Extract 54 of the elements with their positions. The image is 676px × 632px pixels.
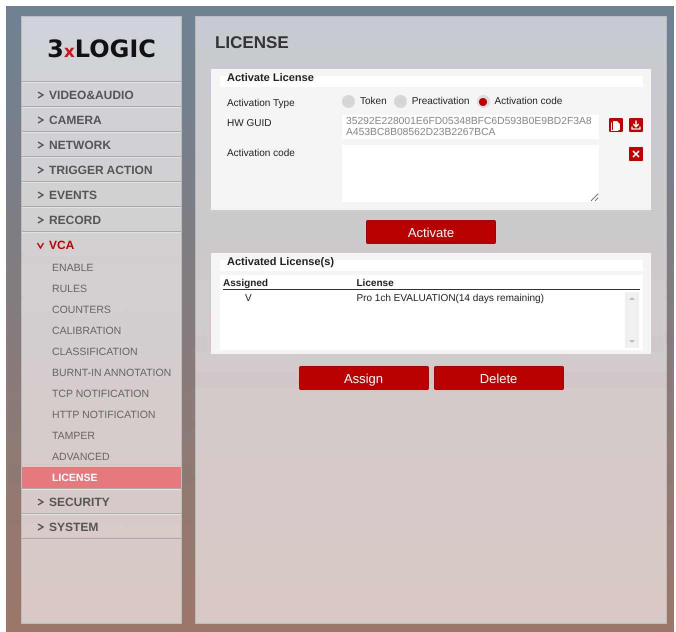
- chevron-icon: [37, 216, 44, 224]
- nav-item[interactable]: TRIGGER ACTION: [22, 157, 181, 182]
- nav-item[interactable]: EVENTS: [22, 182, 181, 207]
- nav-subitem[interactable]: CALIBRATION: [22, 320, 181, 341]
- radio-button[interactable]: [476, 95, 490, 108]
- section-title: Activated License(s): [227, 256, 334, 268]
- field-label: Activation code: [227, 147, 296, 159]
- nav-subitem[interactable]: TCP NOTIFICATION: [22, 383, 181, 404]
- chevron-icon: [37, 140, 44, 148]
- nav-item[interactable]: RECORD: [22, 207, 181, 232]
- nav-item[interactable]: VCA: [22, 232, 181, 256]
- chevron-icon: [37, 90, 44, 98]
- assign-button[interactable]: Assign: [298, 366, 428, 390]
- nav-subitem[interactable]: ENABLE: [22, 257, 181, 278]
- nav-subitem[interactable]: TAMPER: [22, 425, 181, 446]
- nav-item[interactable]: SYSTEM: [22, 514, 181, 539]
- copy-icon[interactable]: [609, 118, 623, 132]
- nav-subitem[interactable]: COUNTERS: [22, 299, 181, 320]
- radio-label: Token: [360, 96, 387, 107]
- table-cell: V: [223, 290, 356, 304]
- chevron-icon: [37, 166, 44, 174]
- radio-label: Activation code: [494, 96, 562, 107]
- radio-button[interactable]: [394, 95, 407, 108]
- nav-item[interactable]: VIDEO&AUDIO: [22, 82, 181, 107]
- radio-label: Preactivation: [412, 96, 470, 107]
- close-icon[interactable]: [629, 147, 643, 161]
- field-label: Activation Type: [227, 97, 296, 109]
- field-label: HW GUID: [227, 117, 272, 129]
- section-title: Activate License: [227, 72, 314, 84]
- nav-subitem[interactable]: CLASSIFICATION: [22, 341, 181, 362]
- activation-code-field[interactable]: [342, 145, 599, 202]
- page-title: LICENSE: [215, 33, 290, 53]
- column-header: License: [356, 276, 640, 290]
- download-icon[interactable]: [629, 118, 643, 132]
- table-cell: Pro 1ch EVALUATION(14 days remaining): [356, 290, 640, 304]
- nav-item[interactable]: CAMERA: [22, 107, 181, 132]
- radio-button[interactable]: [342, 95, 355, 108]
- nav-item[interactable]: SECURITY: [22, 489, 181, 514]
- activate-button[interactable]: Activate: [366, 220, 496, 244]
- delete-button[interactable]: Delete: [434, 366, 564, 390]
- chevron-icon: [37, 240, 44, 248]
- nav-subitem[interactable]: BURNT-IN ANNOTATION: [22, 362, 181, 383]
- nav-item[interactable]: NETWORK: [22, 132, 181, 157]
- guid-field[interactable]: 35292E228001E6FD05348BFC6D593B0E9BD2F3A8A453BC8B08562D23B2267BCA: [342, 115, 599, 139]
- chevron-icon: [37, 116, 44, 124]
- column-header: Assigned: [223, 276, 356, 290]
- nav-subitem[interactable]: ADVANCED: [22, 446, 181, 467]
- nav-subitem[interactable]: RULES: [22, 278, 181, 299]
- nav-subitem[interactable]: LICENSE: [22, 467, 181, 488]
- chevron-icon: [37, 498, 44, 506]
- nav-subitem[interactable]: HTTP NOTIFICATION: [22, 404, 181, 425]
- chevron-icon: [37, 190, 44, 198]
- chevron-icon: [37, 522, 44, 530]
- logo: 3xLOGIC: [47, 35, 156, 63]
